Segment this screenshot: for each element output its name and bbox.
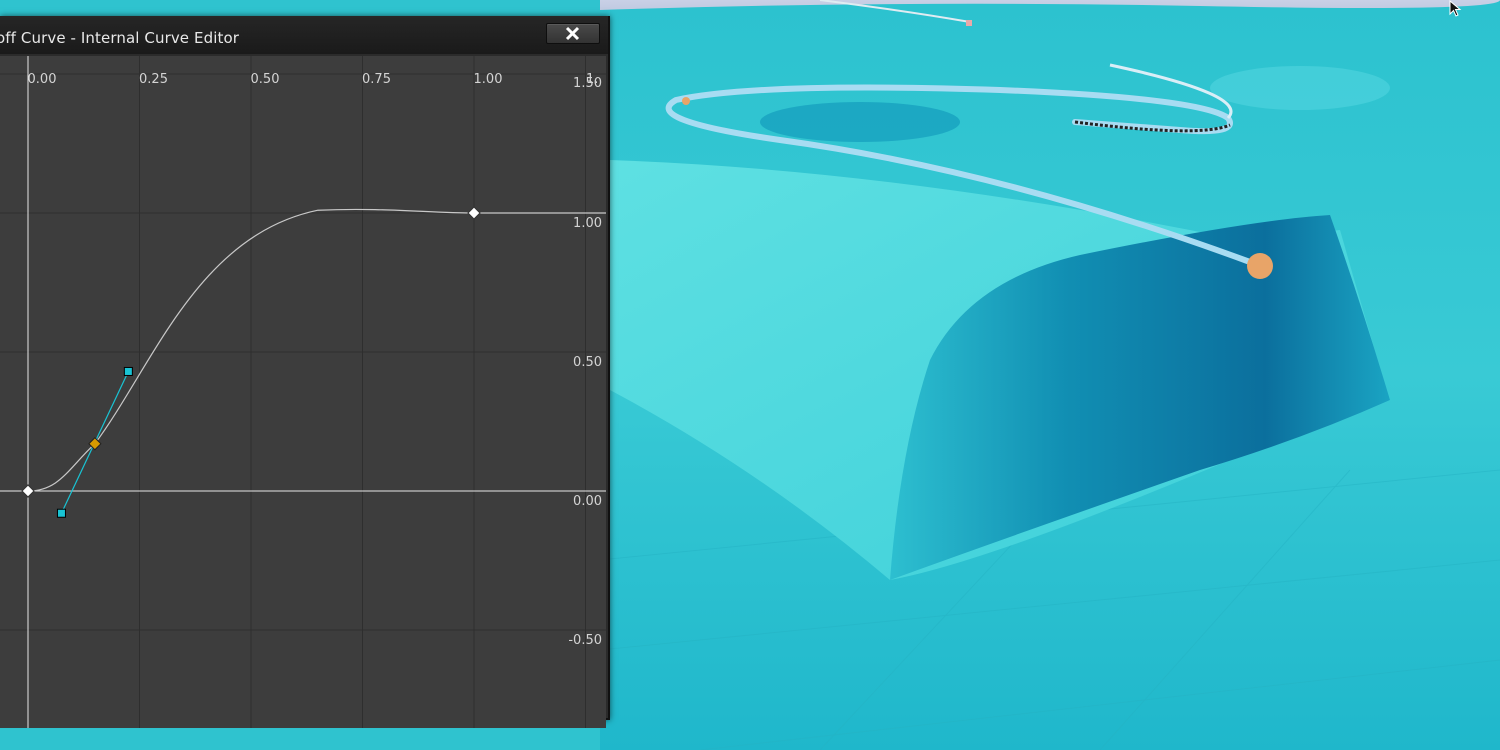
spline-point-far[interactable] — [966, 20, 972, 26]
x-tick-label: 0.25 — [139, 72, 168, 87]
y-tick-label: 0.00 — [573, 494, 602, 509]
terrain-bump — [1210, 66, 1390, 110]
curve-graph[interactable]: 0.00 0.25 0.50 0.75 1.00 1.501.000.500.00-0.… — [0, 56, 606, 728]
tangent-handle-leave[interactable] — [123, 366, 133, 376]
close-button[interactable] — [546, 23, 600, 44]
close-icon — [565, 26, 580, 41]
y-tick-label: 0.50 — [573, 355, 602, 370]
spline-endpoint[interactable] — [1247, 253, 1273, 279]
x-tick-label: 1.00 — [474, 72, 503, 87]
graph-background — [0, 56, 606, 728]
x-tick-label: 0.75 — [362, 72, 391, 87]
tangent-handle-arrive[interactable] — [56, 508, 66, 518]
x-tick-label: 0.50 — [251, 72, 280, 87]
title-bar[interactable]: off Curve - Internal Curve Editor — [0, 16, 608, 54]
curve-editor-window[interactable]: off Curve - Internal Curve Editor 0.00 0.… — [0, 16, 610, 728]
window-title: off Curve - Internal Curve Editor — [0, 29, 239, 47]
y-tick-label: 1.00 — [573, 216, 602, 231]
x-tick-label: 0.00 — [28, 72, 57, 87]
terrain-dip — [760, 102, 960, 142]
y-tick-label: -0.50 — [568, 633, 602, 648]
x-axis-extra-label: 1. — [586, 72, 598, 87]
mouse-cursor-icon — [1449, 0, 1462, 17]
spline-point-start[interactable] — [682, 97, 690, 105]
